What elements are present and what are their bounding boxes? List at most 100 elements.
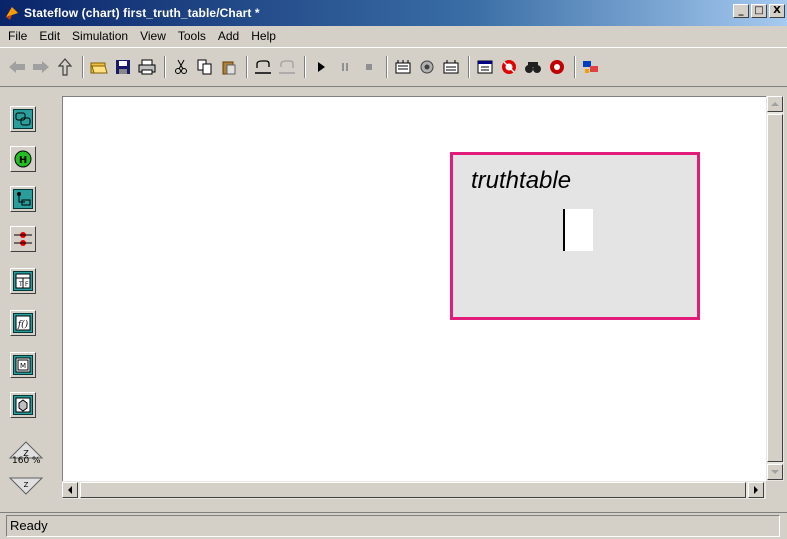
undo-icon	[255, 60, 271, 74]
state-tool-icon	[13, 109, 33, 129]
simulink-icon	[583, 61, 598, 73]
save-icon	[116, 60, 130, 74]
target-button[interactable]	[440, 56, 462, 78]
svg-text:H: H	[19, 155, 27, 166]
state-tool-button[interactable]	[10, 106, 36, 132]
truthtable-block[interactable]: truthtable	[450, 152, 700, 320]
debugger-icon	[502, 60, 516, 74]
svg-text:M: M	[20, 362, 26, 370]
vertical-scrollbar[interactable]	[766, 96, 784, 481]
print-button[interactable]	[136, 56, 158, 78]
cut-icon	[175, 59, 187, 74]
save-button[interactable]	[112, 56, 134, 78]
object-palette: H TF f() M Z 160 % Z	[6, 96, 60, 508]
explorer-button[interactable]	[474, 56, 496, 78]
toolbar-separator	[82, 56, 84, 78]
title-bar: Stateflow (chart) first_truth_table/Char…	[0, 0, 787, 26]
open-button[interactable]	[88, 56, 110, 78]
stop-sign-button[interactable]	[546, 56, 568, 78]
menu-view[interactable]: View	[134, 29, 172, 43]
connective-junction-icon	[14, 232, 32, 246]
function-tool-button[interactable]: f()	[10, 310, 36, 336]
connective-junction-button[interactable]	[10, 226, 36, 252]
stop-button[interactable]	[358, 56, 380, 78]
scroll-down-button[interactable]	[767, 464, 783, 480]
horizontal-scrollbar[interactable]	[62, 481, 766, 499]
toolbar	[0, 47, 787, 87]
explorer-icon	[477, 60, 493, 74]
minimize-button[interactable]: _	[733, 4, 749, 18]
arrow-up-icon	[771, 102, 779, 106]
up-button[interactable]	[54, 56, 76, 78]
paste-button[interactable]	[218, 56, 240, 78]
forward-arrow-icon	[33, 61, 49, 73]
pause-button[interactable]	[334, 56, 356, 78]
toolbar-separator	[386, 56, 388, 78]
embedded-matlab-icon: M	[13, 355, 33, 375]
minimize-icon: _	[738, 5, 744, 16]
menu-file[interactable]: File	[2, 29, 33, 43]
close-button[interactable]: X	[769, 4, 785, 18]
play-button[interactable]	[310, 56, 332, 78]
box-tool-icon	[13, 395, 33, 415]
paste-icon	[222, 61, 236, 75]
scroll-up-button[interactable]	[767, 96, 783, 112]
redo-icon	[279, 60, 295, 74]
default-transition-button[interactable]	[10, 186, 36, 212]
status-text: Ready	[6, 515, 780, 537]
chart-canvas[interactable]: truthtable	[62, 96, 766, 481]
debug-icon	[420, 60, 434, 74]
function-tool-icon: f()	[13, 313, 33, 333]
toolbar-separator	[468, 56, 470, 78]
print-icon	[138, 59, 156, 75]
truth-table-tool-button[interactable]: TF	[10, 268, 36, 294]
scroll-right-button[interactable]	[748, 482, 764, 498]
svg-text:F: F	[25, 281, 29, 288]
copy-icon	[197, 59, 212, 75]
horizontal-scroll-thumb[interactable]	[80, 482, 746, 498]
maximize-button[interactable]: □	[751, 4, 767, 18]
menu-add[interactable]: Add	[212, 29, 245, 43]
simulink-button[interactable]	[580, 56, 602, 78]
menu-simulation[interactable]: Simulation	[66, 29, 134, 43]
pause-icon	[342, 63, 348, 71]
arrow-left-icon	[68, 486, 72, 494]
copy-button[interactable]	[194, 56, 216, 78]
history-junction-button[interactable]: H	[10, 146, 36, 172]
toolbar-separator	[246, 56, 248, 78]
scroll-left-button[interactable]	[62, 482, 78, 498]
play-icon	[318, 62, 325, 72]
arrow-down-icon	[771, 470, 779, 474]
open-folder-icon	[90, 62, 108, 74]
find-button[interactable]	[522, 56, 544, 78]
truthtable-label[interactable]: truthtable	[471, 167, 571, 195]
build-button[interactable]	[392, 56, 414, 78]
zoom-level: 160 %	[12, 456, 41, 466]
toolbar-separator	[304, 56, 306, 78]
up-arrow-icon	[58, 58, 72, 76]
menu-edit[interactable]: Edit	[33, 29, 66, 43]
menu-bar: File Edit Simulation View Tools Add Help	[0, 26, 787, 46]
forward-button[interactable]	[30, 56, 52, 78]
menu-help[interactable]: Help	[245, 29, 282, 43]
stateflow-app-icon	[6, 7, 18, 20]
find-icon	[525, 62, 541, 73]
build-icon	[395, 60, 411, 74]
menu-tools[interactable]: Tools	[172, 29, 212, 43]
svg-text:f(): f()	[17, 319, 29, 330]
undo-button[interactable]	[252, 56, 274, 78]
close-icon: X	[773, 5, 781, 16]
back-button[interactable]	[6, 56, 28, 78]
redo-button[interactable]	[276, 56, 298, 78]
svg-text:T: T	[18, 281, 23, 288]
zoom-out-icon: Z	[8, 477, 44, 495]
zoom-out-button[interactable]: Z	[8, 476, 44, 496]
debug-button[interactable]	[416, 56, 438, 78]
cut-button[interactable]	[170, 56, 192, 78]
stop-icon	[366, 64, 372, 70]
vertical-scroll-thumb[interactable]	[767, 114, 783, 462]
zoom-z-label-down: Z	[24, 481, 29, 489]
embedded-matlab-button[interactable]: M	[10, 352, 36, 378]
box-tool-button[interactable]	[10, 392, 36, 418]
debugger-button[interactable]	[498, 56, 520, 78]
